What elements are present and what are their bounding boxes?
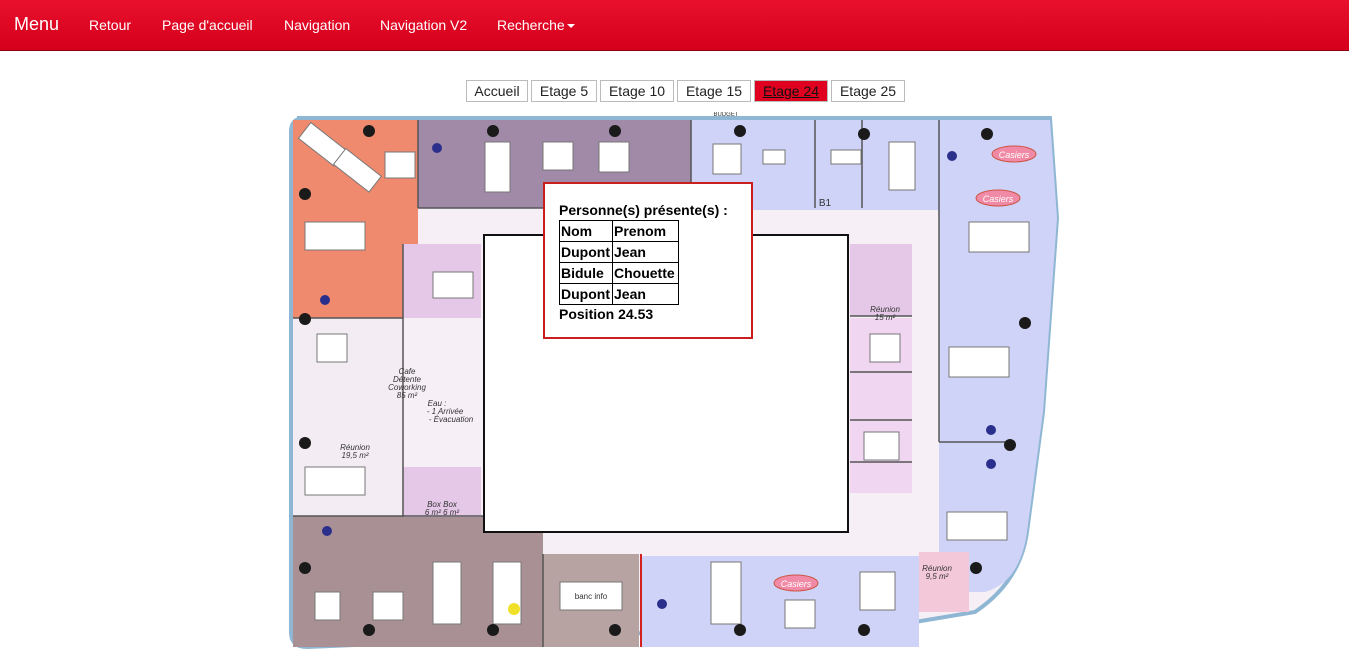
popup-title: Personne(s) présente(s) : bbox=[559, 202, 728, 218]
nav-retour[interactable]: Retour bbox=[89, 17, 131, 33]
label-banc-info: banc info bbox=[575, 592, 608, 601]
cell-prenom: Chouette bbox=[612, 262, 679, 284]
menu-brand[interactable]: Menu bbox=[14, 14, 59, 35]
table-row: Dupont Jean bbox=[559, 283, 679, 305]
label-b1: B1 bbox=[819, 198, 832, 209]
occupant-marker[interactable] bbox=[986, 459, 996, 469]
nav-page-accueil[interactable]: Page d'accueil bbox=[162, 17, 253, 33]
casiers-label-2: Casiers bbox=[983, 194, 1014, 204]
header-nom: Nom bbox=[559, 220, 613, 242]
label-reunion-left-2: 19,5 m² bbox=[341, 451, 368, 460]
room-reunion-bottom bbox=[919, 552, 969, 612]
caret-down-icon bbox=[566, 24, 575, 29]
label-box-2: 6 m² 6 m² bbox=[425, 508, 460, 517]
occupant-marker[interactable] bbox=[986, 425, 996, 435]
nav-navigation-v2[interactable]: Navigation V2 bbox=[380, 17, 467, 33]
table-row: Dupont Jean bbox=[559, 241, 679, 263]
tab-etage-15[interactable]: Etage 15 bbox=[677, 80, 751, 102]
top-navbar: Menu Retour Page d'accueil Navigation Na… bbox=[0, 0, 1349, 51]
zone-orange bbox=[293, 120, 418, 318]
nav-recherche-dropdown[interactable]: Recherche bbox=[497, 17, 575, 33]
occupants-popup: Personne(s) présente(s) : Nom Prenom Dup… bbox=[543, 182, 753, 339]
tab-etage-10[interactable]: Etage 10 bbox=[600, 80, 674, 102]
casiers-label-3: Casiers bbox=[781, 579, 812, 589]
label-reunion-bottom-2: 9,5 m² bbox=[926, 572, 949, 581]
table-row: Bidule Chouette bbox=[559, 262, 679, 284]
header-prenom: Prenom bbox=[612, 220, 679, 242]
label-cafe-4: 85 m² bbox=[397, 391, 418, 400]
popup-position: Position 24.53 bbox=[559, 306, 654, 322]
occupant-marker[interactable] bbox=[322, 526, 332, 536]
tab-accueil[interactable]: Accueil bbox=[466, 80, 528, 102]
cell-prenom: Jean bbox=[612, 241, 679, 263]
selected-position-marker[interactable] bbox=[508, 603, 520, 615]
occupant-marker[interactable] bbox=[320, 295, 330, 305]
nav-navigation[interactable]: Navigation bbox=[284, 17, 350, 33]
label-reunion-right-2: 15 m² bbox=[875, 313, 896, 322]
label-budget: BUDGET bbox=[713, 112, 738, 118]
table-header-row: Nom Prenom bbox=[559, 220, 679, 242]
cell-prenom: Jean bbox=[612, 283, 679, 305]
tab-etage-5[interactable]: Etage 5 bbox=[531, 80, 597, 102]
tab-etage-25[interactable]: Etage 25 bbox=[831, 80, 905, 102]
cell-nom: Dupont bbox=[559, 241, 613, 263]
occupant-marker[interactable] bbox=[947, 151, 957, 161]
tab-etage-24[interactable]: Etage 24 bbox=[754, 80, 828, 102]
occupant-marker[interactable] bbox=[657, 599, 667, 609]
cell-nom: Dupont bbox=[559, 283, 613, 305]
occupants-table: Nom Prenom Dupont Jean Bidule Chouette D… bbox=[559, 220, 679, 305]
occupant-marker[interactable] bbox=[432, 143, 442, 153]
cell-nom: Bidule bbox=[559, 262, 613, 284]
nav-recherche-label: Recherche bbox=[497, 17, 565, 33]
label-eau-3: - Évacuation bbox=[429, 415, 474, 424]
casiers-label-1: Casiers bbox=[999, 150, 1030, 160]
